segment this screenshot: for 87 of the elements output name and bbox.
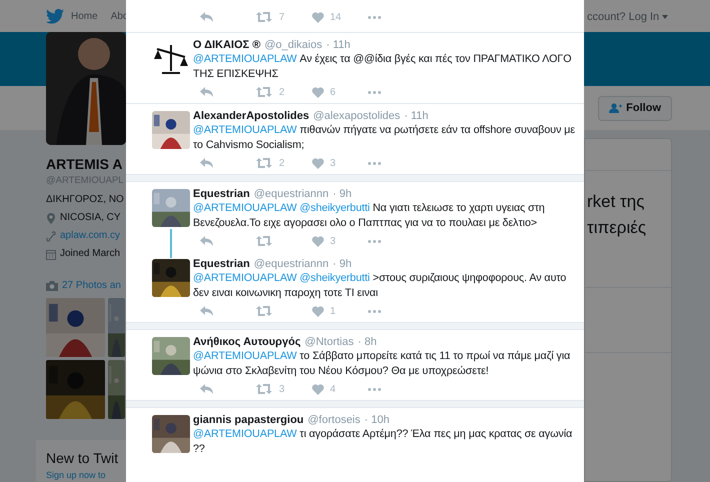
reply-icon <box>200 158 213 168</box>
signup-text: Sign up now to <box>46 469 107 481</box>
tweet-text: @ARTEMIOUAPLAW @sheikyerbutti >στους συριζαιους ψηφοφορους. Αν αυτο δεν ειναι κοινωνικη παροχη τοτε ΤΙ ειναι <box>193 271 568 301</box>
retweet-icon <box>256 236 272 246</box>
like-count: 3 <box>330 156 336 170</box>
mention-link[interactable]: @sheikyerbutti <box>300 202 370 214</box>
like-count: 3 <box>330 234 336 248</box>
tweet-time[interactable]: · 9h <box>332 186 352 203</box>
heart-icon <box>312 236 324 246</box>
reply-icon <box>200 384 213 394</box>
tweet-time[interactable]: · 9h <box>332 256 352 273</box>
follow-button[interactable]: Follow <box>598 96 672 120</box>
mention-link[interactable]: @ARTEMIOUAPLAW <box>193 350 297 362</box>
tweet-time[interactable]: · 11h <box>404 108 428 125</box>
mention-link[interactable]: @ARTEMIOUAPLAW <box>193 428 297 440</box>
mention-link[interactable]: @sheikyerbutti <box>300 272 370 284</box>
user-handle[interactable]: @alexapostolides <box>313 108 400 125</box>
user-handle[interactable]: @Ntortias <box>304 334 354 351</box>
reply-icon <box>200 236 213 246</box>
more-icon <box>368 16 381 18</box>
retweet-count: 3 <box>279 382 285 396</box>
photos-link[interactable]: 27 Photos an <box>62 279 121 293</box>
like-count: 6 <box>330 86 336 100</box>
retweet-icon <box>256 158 272 168</box>
mention-link[interactable]: @ARTEMIOUAPLAW <box>193 53 297 65</box>
tweet-text: @ARTEMIOUAPLAW Αν έχεις τα @@ίδια βγές και πές τον ΠΡΑΓΜΑΤΙΚΟ ΛΟΓΟ ΤΗΣ ΕΠΙΣΚΕΨΗΣ <box>193 52 572 82</box>
tweet-text: @ARTEMIOUAPLAW το Σάββατο μπορείτε κατά τις 11 το πρωί να πάμε μαζί για ψώνια στο Σκλαβενίτη του Νέου Κόσμου? Θα με υποχρεώσετε! <box>193 349 572 379</box>
bird-icon <box>46 8 64 24</box>
heart-icon <box>312 158 324 168</box>
tweet-text: @ARTEMIOUAPLAW @sheikyerbutti Να γιατι τελειωσε το χαρτι υγειας στη Βενεζουελα.Το ειχε αγορασει ολο ο Παπτπας για να το πουλαει με δελτιο> <box>193 201 546 231</box>
user-name[interactable]: Equestrian <box>193 186 250 203</box>
side-card-text: τιπεριές <box>587 217 648 239</box>
profile-location: NICOSIA, CY <box>60 211 121 225</box>
user-handle[interactable]: @equestriannn <box>254 256 329 273</box>
like-count: 14 <box>330 10 342 24</box>
user-handle[interactable]: @o_dikaios <box>264 37 322 54</box>
retweet-icon <box>256 384 272 394</box>
heart-icon <box>312 306 324 316</box>
like-count: 1 <box>330 304 336 318</box>
more-icon <box>368 90 381 94</box>
reply-icon <box>200 306 213 316</box>
retweet-icon <box>256 306 272 316</box>
heart-icon <box>312 12 324 22</box>
caret-icon <box>662 15 668 20</box>
retweet-count: 2 <box>279 86 285 100</box>
website-link[interactable]: aplaw.com.cy <box>60 229 120 243</box>
reply-icon <box>200 12 213 22</box>
more-icon <box>368 162 381 164</box>
user-name[interactable]: Equestrian <box>193 256 250 273</box>
user-name[interactable]: AlexanderApostolides <box>193 108 310 125</box>
camera-icon <box>46 281 58 291</box>
more-icon <box>368 310 381 312</box>
mention-link[interactable]: @ARTEMIOUAPLAW <box>193 272 297 284</box>
heart-icon <box>312 384 324 394</box>
like-count: 4 <box>330 382 336 396</box>
reply-icon <box>200 87 213 97</box>
user-name[interactable]: giannis papastergiou <box>193 412 304 429</box>
joined-date: Joined March <box>60 247 120 261</box>
person-add-icon <box>609 103 622 113</box>
profile-name: ARTEMIS A <box>46 155 124 174</box>
heart-icon <box>312 86 324 98</box>
signup-title: New to Twit <box>46 449 120 468</box>
retweet-count: 2 <box>279 156 285 170</box>
map-pin-icon <box>46 212 56 224</box>
link-icon <box>46 230 56 242</box>
calendar-icon <box>46 248 56 260</box>
mention-link[interactable]: @ARTEMIOUAPLAW <box>193 202 297 214</box>
retweet-icon <box>256 87 272 97</box>
thread-line <box>170 229 172 258</box>
more-icon <box>368 388 381 390</box>
user-handle[interactable]: @equestriannn <box>254 186 329 203</box>
profile-bio: ΔΙΚΗΓΟΡΟΣ, ΝΟ <box>46 193 125 207</box>
more-icon <box>368 240 381 242</box>
login-link[interactable]: ccount? Log In <box>587 9 668 26</box>
retweet-icon <box>256 12 272 22</box>
home-link[interactable]: Home <box>71 8 98 24</box>
user-handle[interactable]: @fortoseis <box>308 412 360 429</box>
tweet-text: @ARTEMIOUAPLAW πιθανών πήγατε να ρωτήσετε εάν τα offshore συναβουν με το Cahvismo Socialism; <box>193 123 576 153</box>
tweet-time[interactable]: · 11h <box>326 37 350 54</box>
tweet-time[interactable]: · 10h <box>364 412 390 429</box>
tweet-text: @ARTEMIOUAPLAW τι αγοράσατε Αρτέμη?? Έλα πες μη μας κρατας σε αγωνία ?? <box>193 427 574 457</box>
user-name[interactable]: Ο ΔΙΚΑΙΟΣ ® <box>193 37 260 54</box>
tweet-time[interactable]: · 8h <box>358 334 377 351</box>
user-name[interactable]: Ανήθικος Αυτουργός <box>193 334 301 351</box>
side-card-text: rket της <box>587 191 646 213</box>
retweet-count: 7 <box>279 10 285 24</box>
mention-link[interactable]: @ARTEMIOUAPLAW <box>193 124 297 136</box>
